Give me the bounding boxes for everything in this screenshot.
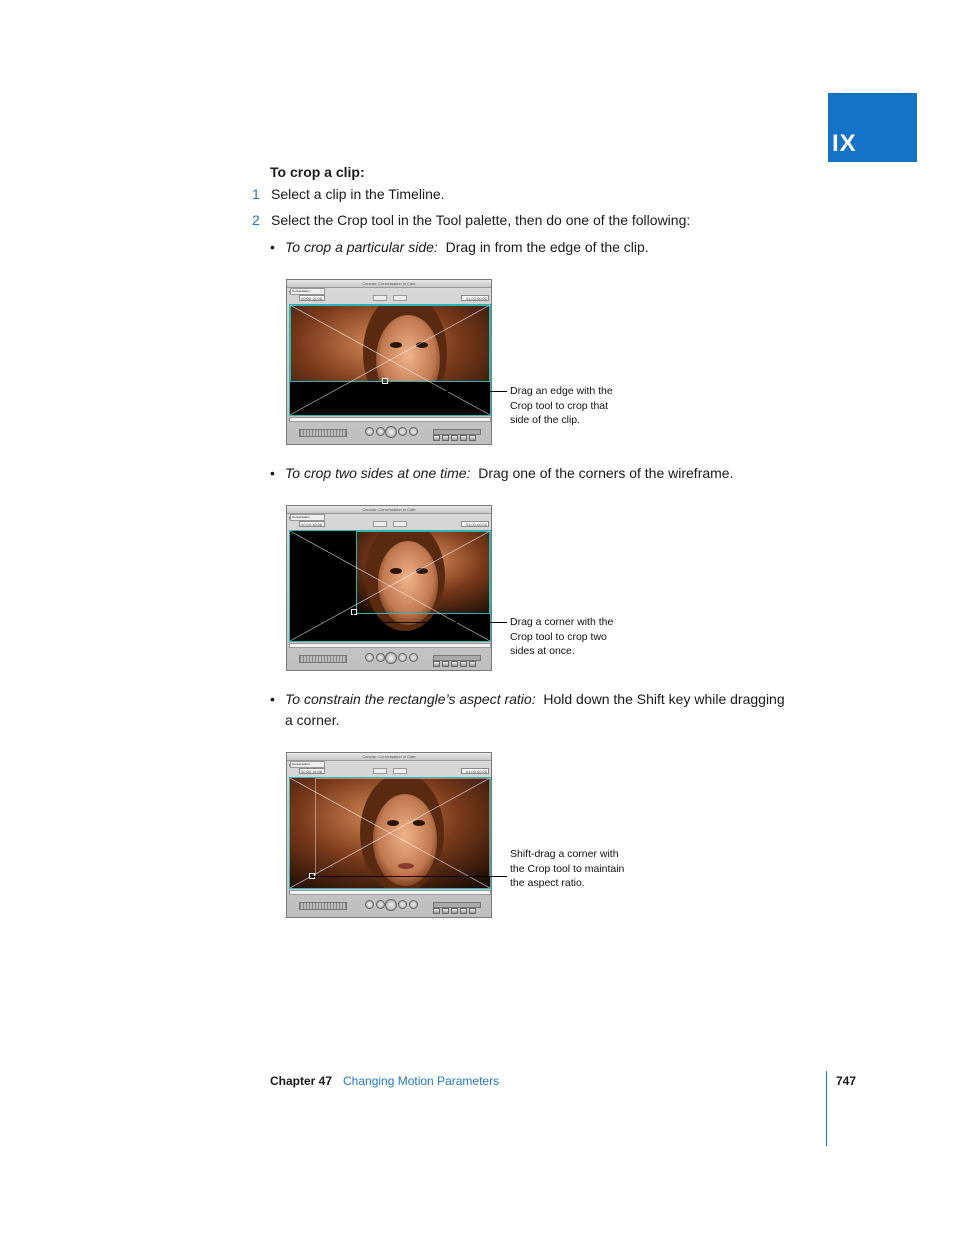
add-keyframe-button[interactable] <box>469 908 476 914</box>
play-around-button[interactable] <box>398 427 407 436</box>
view-popup[interactable] <box>393 521 407 527</box>
step-text: Select a clip in the Timeline. <box>271 186 445 202</box>
mark-in-button[interactable] <box>442 908 449 914</box>
callout-2: Drag a corner with the Crop tool to crop… <box>510 615 640 659</box>
bullet-lead: To crop a particular side: <box>285 239 438 255</box>
canvas-title: Canvas: Conversation in Cafe <box>362 754 416 759</box>
canvas-video[interactable] <box>289 304 491 416</box>
canvas-window-2: Canvas: Conversation in Cafe Conversatio… <box>286 505 492 671</box>
prev-edit-button[interactable] <box>365 900 374 909</box>
match-frame-button[interactable] <box>433 908 440 914</box>
add-keyframe-button[interactable] <box>469 661 476 667</box>
canvas-window-3: Canvas: Conversation in Cafe Conversatio… <box>286 752 492 918</box>
page-number: 747 <box>836 1074 857 1088</box>
footer-chapter-title[interactable]: Changing Motion Parameters <box>343 1074 499 1088</box>
mark-out-button[interactable] <box>451 661 458 667</box>
crop-handle-icon[interactable] <box>351 609 357 615</box>
play-button[interactable] <box>385 652 397 664</box>
canvas-video[interactable] <box>289 777 491 889</box>
play-in-out-button[interactable] <box>376 653 385 662</box>
callout-line: side of the clip. <box>510 414 581 426</box>
mark-out-button[interactable] <box>451 908 458 914</box>
mark-out-button[interactable] <box>451 435 458 441</box>
transport-controls <box>287 650 491 670</box>
next-edit-button[interactable] <box>409 900 418 909</box>
jog-control[interactable] <box>299 655 347 663</box>
section-tab: IX <box>828 93 917 162</box>
zoom-popup[interactable] <box>373 521 387 527</box>
play-in-out-button[interactable] <box>376 900 385 909</box>
timecode-duration[interactable]: 00:00:16:08 <box>299 521 325 527</box>
footer-divider <box>826 1071 827 1146</box>
callout-line: Drag an edge with the <box>510 385 613 397</box>
canvas-tab[interactable]: Conversation <box>290 288 325 295</box>
callout-line: sides at once. <box>510 645 575 657</box>
jog-control[interactable] <box>299 429 347 437</box>
timecode-current[interactable]: 01:00:00:00 <box>461 768 489 774</box>
play-around-button[interactable] <box>398 653 407 662</box>
play-around-button[interactable] <box>398 900 407 909</box>
play-button[interactable] <box>385 426 397 438</box>
canvas-video[interactable] <box>289 530 491 642</box>
timecode-current[interactable]: 01:00:00:00 <box>461 521 489 527</box>
prev-edit-button[interactable] <box>365 653 374 662</box>
jog-control[interactable] <box>299 902 347 910</box>
view-popup[interactable] <box>393 768 407 774</box>
mark-in-button[interactable] <box>442 435 449 441</box>
footer-chapter: Chapter 47 <box>270 1074 333 1088</box>
video-frame <box>290 778 490 888</box>
step-text: Select the Crop tool in the Tool palette… <box>271 212 691 228</box>
zoom-popup[interactable] <box>373 768 387 774</box>
timecode-current[interactable]: 01:00:00:00 <box>461 295 489 301</box>
canvas-tab[interactable]: Conversation <box>290 514 325 521</box>
transport-controls <box>287 897 491 917</box>
bullet-lead: To crop two sides at one time: <box>285 465 471 481</box>
add-marker-button[interactable] <box>460 908 467 914</box>
match-frame-button[interactable] <box>433 435 440 441</box>
view-popup[interactable] <box>393 295 407 301</box>
mark-in-button[interactable] <box>442 661 449 667</box>
scrubber-bar[interactable] <box>289 643 491 648</box>
add-marker-button[interactable] <box>460 661 467 667</box>
video-frame <box>290 531 490 641</box>
next-edit-button[interactable] <box>409 427 418 436</box>
add-keyframe-button[interactable] <box>469 435 476 441</box>
bullet-lead: To constrain the rectangle’s aspect rati… <box>285 691 536 707</box>
transport-controls <box>287 424 491 444</box>
video-frame <box>290 305 490 415</box>
bullet-mark: • <box>270 465 275 481</box>
scrubber-bar[interactable] <box>289 890 491 895</box>
canvas-tab[interactable]: Conversation <box>290 761 325 768</box>
callout-line: Crop tool to crop that <box>510 399 609 412</box>
match-frame-button[interactable] <box>433 661 440 667</box>
callout-3: Shift-drag a corner with the Crop tool t… <box>510 847 640 891</box>
canvas-title: Canvas: Conversation in Cafe <box>362 507 416 512</box>
callout-line: Crop tool to crop two <box>510 630 607 643</box>
callout-line: Shift-drag a corner with <box>510 848 619 860</box>
procedure-heading: To crop a clip: <box>270 164 365 180</box>
bullet-mark: • <box>270 691 275 707</box>
bullet-text: Drag one of the corners of the wireframe… <box>478 465 734 481</box>
prev-edit-button[interactable] <box>365 427 374 436</box>
bullet-text: Drag in from the edge of the clip. <box>445 239 649 255</box>
canvas-window-1: Canvas: Conversation in Cafe Conversatio… <box>286 279 492 445</box>
zoom-popup[interactable] <box>373 295 387 301</box>
callout-1: Drag an edge with the Crop tool to crop … <box>510 384 640 428</box>
play-button[interactable] <box>385 899 397 911</box>
scrubber-bar[interactable] <box>289 417 491 422</box>
step-number: 1 <box>252 186 260 202</box>
step-number: 2 <box>252 212 260 228</box>
canvas-title: Canvas: Conversation in Cafe <box>362 281 416 286</box>
callout-line: the aspect ratio. <box>510 877 585 889</box>
section-tab-label: IX <box>832 130 857 157</box>
timecode-duration[interactable]: 00:00:16:08 <box>299 295 325 301</box>
timecode-duration[interactable]: 00:00:16:08 <box>299 768 325 774</box>
next-edit-button[interactable] <box>409 653 418 662</box>
play-in-out-button[interactable] <box>376 427 385 436</box>
callout-line: the Crop tool to maintain <box>510 862 625 875</box>
add-marker-button[interactable] <box>460 435 467 441</box>
callout-line: Drag a corner with the <box>510 616 614 628</box>
bullet-mark: • <box>270 239 275 255</box>
